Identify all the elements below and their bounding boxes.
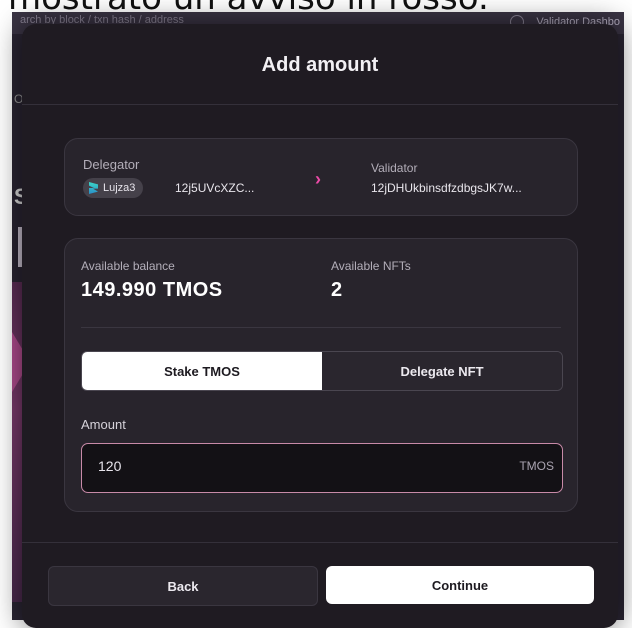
- amount-value[interactable]: 120: [98, 458, 121, 474]
- divider: [22, 104, 618, 105]
- delegator-name: Lujza3: [103, 182, 136, 194]
- chevron-right-icon: ›: [315, 169, 321, 189]
- amount-input[interactable]: 120 TMOS: [81, 443, 563, 493]
- amount-label: Amount: [81, 417, 126, 432]
- available-nfts-label: Available NFTs: [331, 259, 411, 273]
- tab-delegate-nft[interactable]: Delegate NFT: [322, 352, 562, 390]
- delegator-address: 12j5UVcXZC...: [175, 181, 255, 195]
- stake-form-card: Available balance 149.990 TMOS Available…: [64, 238, 578, 512]
- divider: [22, 542, 618, 543]
- available-balance-value: 149.990 TMOS: [81, 279, 223, 301]
- delegation-route-card: Delegator Lujza3 12j5UVcXZC... › Validat…: [64, 138, 578, 216]
- stake-type-toggle: Stake TMOS Delegate NFT: [81, 351, 563, 391]
- tab-stake-tmos[interactable]: Stake TMOS: [82, 352, 322, 390]
- validator-label: Validator: [371, 161, 418, 175]
- amount-unit: TMOS: [519, 459, 554, 473]
- back-button[interactable]: Back: [48, 566, 318, 606]
- available-nfts-value: 2: [331, 279, 343, 301]
- add-amount-modal: Add amount Delegator Lujza3 12j5UVcXZC..…: [22, 24, 618, 628]
- modal-title: Add amount: [261, 54, 379, 76]
- continue-button[interactable]: Continue: [326, 566, 594, 604]
- delegator-chip: Lujza3: [83, 178, 144, 198]
- divider: [81, 327, 561, 328]
- token-logo-icon: [89, 182, 98, 194]
- validator-address: 12jDHUkbinsdfzdbgsJK7w...: [371, 181, 522, 195]
- delegator-label: Delegator: [83, 157, 140, 172]
- available-balance-label: Available balance: [81, 259, 175, 273]
